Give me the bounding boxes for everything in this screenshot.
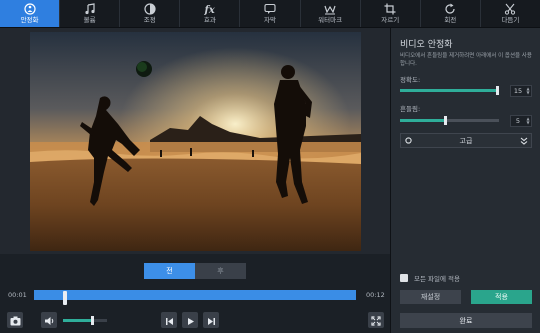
before-button[interactable]: 전 bbox=[144, 263, 195, 279]
checkbox[interactable] bbox=[400, 274, 408, 282]
shakiness-spinbox[interactable]: 5 ▲ ▼ bbox=[510, 115, 532, 127]
playhead[interactable] bbox=[63, 291, 67, 305]
accuracy-slider[interactable] bbox=[400, 86, 499, 95]
play-icon bbox=[186, 311, 195, 330]
crop-icon bbox=[384, 3, 396, 15]
panel-description: 비디오에서 흔들림을 제거하려면 아래에서 이 옵션을 사용합니다. bbox=[400, 53, 532, 67]
volume-knob[interactable] bbox=[91, 316, 94, 325]
circle-icon bbox=[401, 137, 415, 144]
timeline: 00:01 00:12 bbox=[0, 283, 390, 307]
snapshot-button[interactable] bbox=[7, 312, 23, 328]
skip-back-icon bbox=[165, 311, 174, 330]
tab-watermark[interactable]: 워터마크 bbox=[301, 0, 361, 27]
tab-stabilize[interactable]: 안정화 bbox=[0, 0, 61, 27]
before-after-toggle: 전 후 bbox=[144, 263, 246, 279]
apply-all-label: 모든 파일에 적용 bbox=[414, 275, 460, 283]
rotate-icon bbox=[444, 3, 456, 15]
speaker-icon bbox=[44, 311, 55, 330]
shakiness-slider[interactable] bbox=[400, 116, 499, 125]
video-editor-window: 안정화 볼륨 조정 fx 효과 자막 워터마크 자르기 회전 다듬기 전 후 0… bbox=[0, 0, 540, 333]
after-button[interactable]: 후 bbox=[195, 263, 246, 279]
accuracy-label: 정확도: bbox=[400, 76, 421, 84]
tab-rotate[interactable]: 회전 bbox=[421, 0, 481, 27]
reset-button[interactable]: 재설정 bbox=[400, 290, 461, 304]
tab-label: 회전 bbox=[444, 16, 457, 24]
shakiness-label: 흔들림: bbox=[400, 105, 421, 113]
fullscreen-button[interactable] bbox=[368, 312, 384, 328]
spin-arrows-icon[interactable]: ▲ ▼ bbox=[525, 116, 531, 126]
volume-fill bbox=[63, 319, 92, 322]
camera-icon bbox=[10, 311, 21, 330]
tab-adjust[interactable]: 조정 bbox=[120, 0, 181, 27]
tool-tabs: 안정화 볼륨 조정 fx 효과 자막 워터마크 자르기 회전 다듬기 bbox=[0, 0, 540, 28]
tab-subtitle[interactable]: 자막 bbox=[240, 0, 301, 27]
tab-label: 안정화 bbox=[20, 16, 39, 24]
done-button[interactable]: 완료 bbox=[400, 313, 532, 328]
speech-bubble-icon bbox=[264, 3, 276, 15]
tab-label: 자막 bbox=[264, 16, 276, 24]
tab-trim[interactable]: 다듬기 bbox=[481, 0, 540, 27]
svg-text:fx: fx bbox=[204, 5, 216, 15]
shakiness-value: 5 bbox=[515, 117, 521, 125]
progress-bar[interactable] bbox=[34, 290, 356, 305]
shakiness-knob[interactable] bbox=[444, 116, 447, 125]
volume-slider[interactable] bbox=[63, 316, 107, 325]
shakiness-fill bbox=[400, 119, 445, 122]
previous-button[interactable] bbox=[161, 312, 177, 328]
accuracy-value: 15 bbox=[513, 87, 523, 95]
advanced-label: 고급 bbox=[459, 136, 473, 145]
accuracy-knob[interactable] bbox=[496, 86, 499, 95]
apply-all-checkbox[interactable]: 모든 파일에 적용 bbox=[400, 273, 460, 283]
scissors-icon bbox=[504, 3, 516, 15]
contrast-icon bbox=[144, 3, 156, 15]
watermark-icon bbox=[324, 3, 336, 15]
tab-label: 효과 bbox=[203, 16, 216, 24]
volume-button[interactable] bbox=[41, 312, 57, 328]
total-time: 00:12 bbox=[366, 291, 385, 299]
current-time: 00:01 bbox=[8, 291, 27, 299]
fullscreen-icon bbox=[371, 311, 381, 330]
accuracy-fill bbox=[400, 89, 499, 92]
tab-effects[interactable]: fx 효과 bbox=[180, 0, 241, 27]
next-button[interactable] bbox=[203, 312, 219, 328]
panel-title: 비디오 안정화 bbox=[400, 40, 453, 50]
tab-crop[interactable]: 자르기 bbox=[361, 0, 421, 27]
music-note-icon bbox=[84, 3, 96, 15]
stabilize-icon bbox=[23, 3, 36, 15]
apply-button[interactable]: 적용 bbox=[471, 290, 532, 304]
stabilization-panel: 비디오 안정화 비디오에서 흔들림을 제거하려면 아래에서 이 옵션을 사용합니… bbox=[390, 28, 540, 333]
tab-label: 다듬기 bbox=[501, 16, 520, 24]
playback-controls bbox=[0, 307, 390, 333]
double-chevron-down-icon bbox=[517, 137, 531, 145]
skip-forward-icon bbox=[207, 311, 216, 330]
fx-icon: fx bbox=[204, 3, 216, 15]
tab-label: 워터마크 bbox=[318, 16, 343, 24]
video-frame bbox=[30, 32, 361, 251]
spin-arrows-icon[interactable]: ▲ ▼ bbox=[525, 86, 531, 96]
play-button[interactable] bbox=[182, 312, 198, 328]
tab-label: 조정 bbox=[143, 16, 156, 24]
advanced-toggle[interactable]: 고급 bbox=[400, 133, 532, 148]
accuracy-spinbox[interactable]: 15 ▲ ▼ bbox=[510, 85, 532, 97]
tab-label: 자르기 bbox=[381, 16, 400, 24]
tab-volume[interactable]: 볼륨 bbox=[60, 0, 121, 27]
tab-label: 볼륨 bbox=[83, 16, 96, 24]
